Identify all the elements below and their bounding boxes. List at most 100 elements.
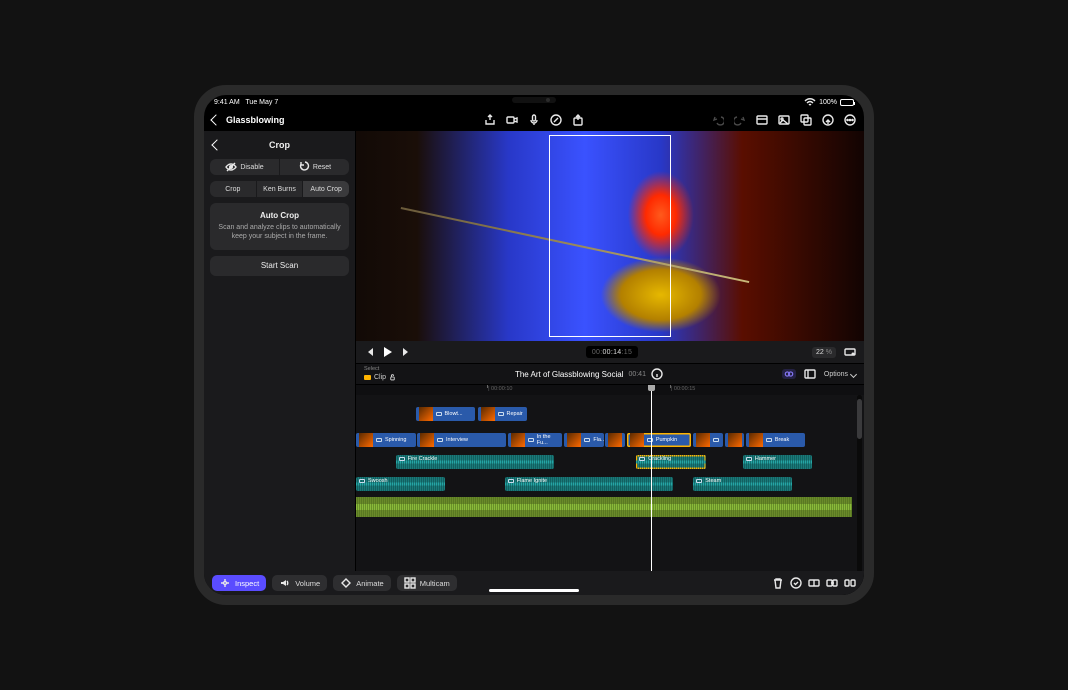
clip-video-icon [584, 438, 590, 442]
timeline-clip[interactable]: Interview [417, 433, 506, 447]
options-menu[interactable]: Options [824, 371, 856, 378]
start-scan-button[interactable]: Start Scan [210, 256, 349, 276]
timeline-ruler[interactable]: | 00:00:10| 00:00:15 [356, 385, 864, 395]
clip-label: Hammer [755, 456, 776, 462]
playhead[interactable] [651, 385, 652, 595]
ruler-mark: | 00:00:15 [671, 386, 695, 392]
clip-label: Blowt... [445, 411, 463, 417]
camera-notch [512, 97, 556, 103]
clip-thumbnail [481, 407, 495, 421]
trim-tool-icon[interactable] [808, 577, 820, 589]
timeline-track[interactable]: Swoosh Flame Ignite Steam [356, 477, 852, 491]
timeline-track[interactable]: Blowt... Repair [356, 407, 852, 421]
timeline-clip[interactable]: Flame Ignite [505, 477, 674, 491]
crop-mode-autocrop[interactable]: Auto Crop [302, 181, 349, 197]
more-icon[interactable] [844, 114, 856, 126]
voiceover-mic-icon[interactable] [528, 114, 540, 126]
clip-thumbnail [608, 433, 622, 447]
timeline-track[interactable]: Fire Crackle Crackling Hammer [356, 455, 852, 469]
inspect-icon [219, 577, 231, 589]
timeline[interactable]: | 00:00:10| 00:00:15 Blowt... Repair Spinn… [356, 385, 864, 595]
clip-label: Fla... [593, 437, 604, 443]
timecode-display[interactable]: 00:00:14:15 [586, 346, 638, 358]
home-indicator[interactable] [489, 589, 579, 592]
undo-icon[interactable] [712, 114, 724, 126]
back-chevron-icon[interactable] [210, 114, 221, 125]
export-icon[interactable] [572, 114, 584, 126]
clip-thumbnail [728, 433, 742, 447]
selection-indicator[interactable]: Select Clip [364, 367, 396, 381]
timeline-index-icon[interactable] [804, 368, 816, 380]
effects-icon[interactable] [800, 114, 812, 126]
timeline-clip[interactable]: Steam [693, 477, 792, 491]
viewer[interactable] [356, 131, 864, 341]
reset-icon [298, 161, 310, 173]
viewer-display-options-icon[interactable] [844, 346, 856, 358]
timeline-scrollbar[interactable] [857, 395, 862, 593]
next-frame-icon[interactable] [400, 346, 412, 358]
animate-button[interactable]: Animate [333, 575, 391, 591]
prev-frame-icon[interactable] [364, 346, 376, 358]
clip-thumbnail [511, 433, 525, 447]
redo-icon[interactable] [734, 114, 746, 126]
viewer-video-frame [356, 131, 864, 341]
volume-button[interactable]: Volume [272, 575, 327, 591]
clip-label: Flame Ignite [517, 478, 547, 484]
focus-icon[interactable] [782, 369, 796, 379]
browser-toggle-icon[interactable] [756, 114, 768, 126]
project-title: Glassblowing [226, 115, 285, 125]
reset-button[interactable]: Reset [279, 159, 349, 175]
timeline-clip[interactable]: Swoosh [356, 477, 445, 491]
timeline-clip[interactable]: Spinning [356, 433, 416, 447]
clip-thumbnail [359, 433, 373, 447]
viewer-zoom[interactable]: 22 % [812, 347, 836, 358]
split-tool-icon[interactable] [844, 577, 856, 589]
clip-label: Fire Crackle [408, 456, 438, 462]
project-name: The Art of Glassblowing Social [515, 370, 624, 379]
clip-video-icon [376, 438, 382, 442]
clip-label: Repair [507, 411, 523, 417]
timeline-clip[interactable]: Blowt... [416, 407, 476, 421]
clip-audio-icon [746, 457, 752, 461]
clip-label: In the Fu... [537, 434, 560, 446]
crop-mode-kenburns[interactable]: Ken Burns [256, 181, 303, 197]
timeline-clip[interactable] [725, 433, 745, 447]
timeline-clip[interactable]: In the Fu... [508, 433, 563, 447]
transport-bar: 00:00:14:15 22 % [356, 341, 864, 363]
timeline-clip[interactable]: Pumpkin [627, 433, 691, 447]
approve-check-icon[interactable] [790, 577, 802, 589]
lock-icon [389, 374, 396, 381]
timeline-clip[interactable]: Fire Crackle [396, 455, 555, 469]
timeline-clip[interactable]: Repair [478, 407, 528, 421]
disable-button[interactable]: Disable [210, 159, 279, 175]
disable-reset-segment: Disable Reset [210, 159, 349, 175]
timeline-clip[interactable] [693, 433, 723, 447]
trash-icon[interactable] [772, 577, 784, 589]
crop-mode-crop[interactable]: Crop [210, 181, 256, 197]
draw-icon[interactable] [550, 114, 562, 126]
inspector-panel: Crop Disable Reset Crop Ken Burns Auto C… [204, 131, 356, 595]
scrollbar-thumb[interactable] [857, 399, 862, 439]
inspect-button[interactable]: Inspect [212, 575, 266, 591]
timeline-track[interactable]: Spinning Interview In the Fu... Fla... Pumpk… [356, 433, 852, 447]
clip-audio-icon [508, 479, 514, 483]
app-top-bar: Glassblowing [204, 109, 864, 131]
timeline-clip[interactable]: Crackling [636, 455, 705, 469]
music-track[interactable] [356, 497, 852, 517]
status-time: 9:41 AM [214, 99, 240, 106]
status-date: Tue May 7 [245, 99, 278, 106]
timeline-clip[interactable]: Break [746, 433, 806, 447]
photo-icon[interactable] [778, 114, 790, 126]
timeline-clip[interactable]: Fla... [564, 433, 604, 447]
battery-icon [840, 99, 854, 106]
timeline-clip[interactable] [605, 433, 625, 447]
audio-meter-icon[interactable] [822, 114, 834, 126]
multicam-button[interactable]: Multicam [397, 575, 457, 591]
project-info-icon[interactable] [651, 368, 663, 380]
play-button-icon[interactable] [384, 347, 392, 357]
position-tool-icon[interactable] [826, 577, 838, 589]
clip-label: Spinning [385, 437, 406, 443]
camera-icon[interactable] [506, 114, 518, 126]
share-icon[interactable] [484, 114, 496, 126]
timeline-clip[interactable]: Hammer [743, 455, 812, 469]
